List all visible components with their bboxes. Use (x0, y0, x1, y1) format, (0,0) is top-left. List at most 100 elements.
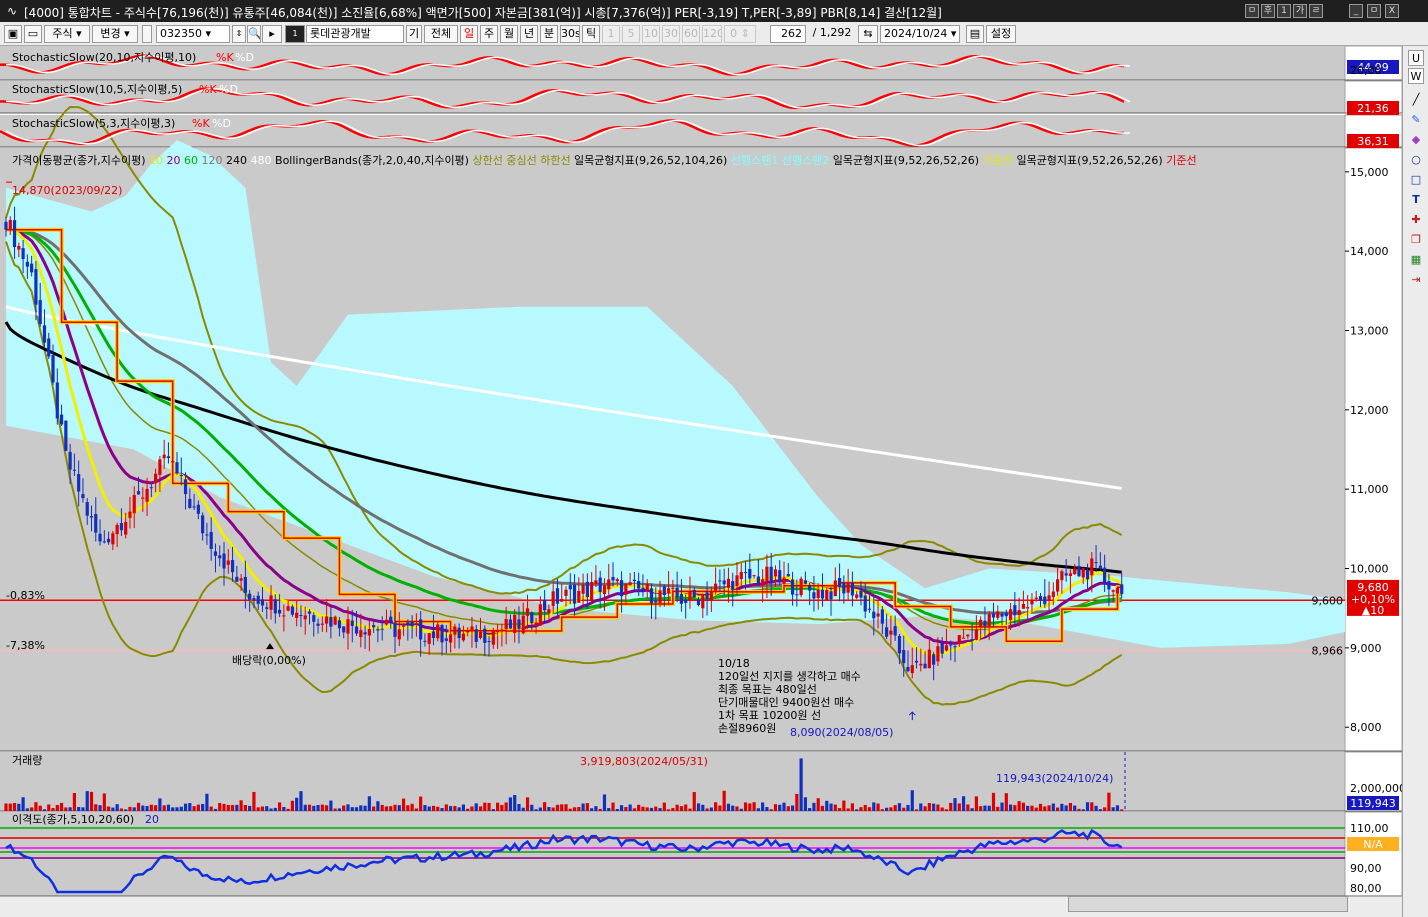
text-tool-icon[interactable]: T (1408, 192, 1424, 208)
period-tick[interactable]: 틱 (582, 25, 600, 43)
volume-bar (350, 807, 354, 811)
high-label: 14,870(2023/09/22) (12, 184, 122, 197)
volume-bar (8, 803, 12, 811)
volume-bar (51, 808, 55, 811)
volume-bar (316, 805, 320, 811)
interval-30[interactable]: 30 (662, 25, 680, 43)
volume-bar (106, 806, 111, 811)
interval-count-input[interactable]: 0 ⇕ (724, 25, 756, 43)
image-tool-icon[interactable]: ▦ (1408, 252, 1424, 268)
date-input[interactable]: 2024/10/24 ▾ (880, 25, 960, 43)
fibonacci-tool-icon[interactable]: ⇥ (1408, 272, 1424, 288)
rect-tool-icon[interactable]: □ (1408, 172, 1424, 188)
toolbar: ▣ ▭ 주식 ▾ 변경 ▾ 032350 ▾ ⇕ 🔍 ▸ 1 롯데관광개발 기 … (0, 22, 1428, 46)
period-week[interactable]: 주 (480, 25, 498, 43)
tool-w-button[interactable]: W (1408, 68, 1424, 84)
volume-bar (325, 805, 329, 811)
bar-count-input[interactable]: 262 (770, 25, 806, 43)
interval-5[interactable]: 5 (622, 25, 640, 43)
window-btn-price[interactable]: 가 (1293, 4, 1307, 18)
volume-bar (718, 805, 722, 811)
window-btn-pin[interactable]: 후 (1261, 4, 1275, 18)
gi-button[interactable]: 기 (406, 25, 422, 43)
stoch3-value-badge: 36,31 (1357, 135, 1389, 148)
chart-menu-icon[interactable]: ▣ (4, 25, 22, 43)
settings-button[interactable]: 설정 (986, 25, 1016, 43)
legend-item: BollingerBands(종가,2,0,40,지수이평) (272, 154, 469, 167)
line-tool-icon[interactable]: ╱ (1408, 92, 1424, 108)
window-btn-one[interactable]: 1 (1277, 4, 1291, 18)
volume-bar (205, 793, 209, 811)
price-tick-label: 13,000 (1350, 324, 1389, 337)
volume-bar (226, 804, 230, 811)
period-month[interactable]: 월 (500, 25, 518, 43)
interval-60[interactable]: 60 (682, 25, 700, 43)
eraser-tool-icon[interactable]: ◆ (1408, 132, 1424, 148)
volume-bar (799, 758, 803, 811)
memo-line-5: 1차 목표 10200원 선 (718, 709, 821, 722)
all-button[interactable]: 전체 (424, 25, 458, 43)
volume-bar (346, 804, 350, 811)
volume-bar (833, 804, 837, 811)
search-icon[interactable]: 🔍 (247, 25, 261, 43)
close-button[interactable]: X (1385, 4, 1399, 18)
volume-bar (1008, 804, 1013, 811)
interval-10[interactable]: 10 (642, 25, 660, 43)
volume-bar (855, 809, 859, 811)
horizontal-scrollbar[interactable] (1068, 896, 1348, 912)
volume-bar (842, 800, 846, 811)
volume-bar (534, 809, 538, 811)
period-minute[interactable]: 분 (540, 25, 558, 43)
monitor-icon[interactable]: ▭ (24, 25, 42, 43)
volume-bar (658, 808, 662, 811)
favorites-icon[interactable]: 1 (285, 25, 305, 43)
stock-code-input[interactable]: 032350 ▾ (156, 25, 230, 43)
window-btn-restore[interactable]: ㅁ (1245, 4, 1259, 18)
period-year[interactable]: 년 (520, 25, 538, 43)
volume-value-badge: 119,943 (1350, 797, 1396, 810)
disparity-tick-label: 80,00 (1350, 882, 1382, 895)
volume-bar (359, 805, 363, 811)
save-icon[interactable]: ▤ (966, 25, 984, 43)
stoch2-value-badge: 21,36 (1357, 102, 1389, 115)
volume-bar (761, 802, 765, 811)
window-btn-link[interactable]: ㄹ (1309, 4, 1323, 18)
legend-item: 480 (247, 154, 272, 167)
volume-bar (816, 798, 820, 811)
volume-bar (940, 807, 944, 811)
stoch1-label: StochasticSlow(20,10,지수이평,10) (12, 51, 196, 64)
sync-icon[interactable]: ⇆ (858, 25, 878, 43)
volume-bar (701, 804, 705, 811)
volume-bar (769, 809, 773, 811)
code-stepper[interactable]: ⇕ (232, 25, 246, 43)
minimize-button[interactable]: _ (1349, 4, 1363, 18)
circle-tool-icon[interactable]: ○ (1408, 152, 1424, 168)
volume-bar (453, 806, 457, 811)
disparity-value-badge: N/A (1363, 838, 1383, 851)
volume-bar (897, 803, 902, 811)
period-day[interactable]: 일 (460, 25, 478, 43)
market-select[interactable]: 주식 ▾ (44, 25, 90, 43)
tool-u-button[interactable]: U (1408, 50, 1424, 66)
current-diff-value: ▲10 (1362, 604, 1384, 617)
volume-bar (487, 802, 491, 811)
change-select[interactable]: 변경 ▾ (92, 25, 138, 43)
stoch2-k-label: %K (199, 83, 217, 96)
volume-bar (47, 804, 51, 811)
volume-bar (641, 806, 645, 811)
cross-tool-icon[interactable]: ✚ (1408, 212, 1424, 228)
period-30s[interactable]: 30s (560, 25, 580, 43)
volume-bar (850, 803, 855, 811)
volume-bar (25, 808, 29, 811)
memo-line-2: 120일선 지지를 생각하고 매수 (718, 669, 861, 683)
play-icon[interactable]: ▸ (262, 25, 282, 43)
volume-bar (624, 807, 628, 811)
interval-1[interactable]: 1 (602, 25, 620, 43)
pencil-tool-icon[interactable]: ✎ (1408, 112, 1424, 128)
volume-bar (743, 802, 748, 811)
copy-tool-icon[interactable]: ❐ (1408, 232, 1424, 248)
interval-120[interactable]: 120 (702, 25, 722, 43)
volume-bar (983, 805, 987, 811)
volume-bar (577, 806, 581, 811)
maximize-button[interactable]: ㅁ (1367, 4, 1381, 18)
